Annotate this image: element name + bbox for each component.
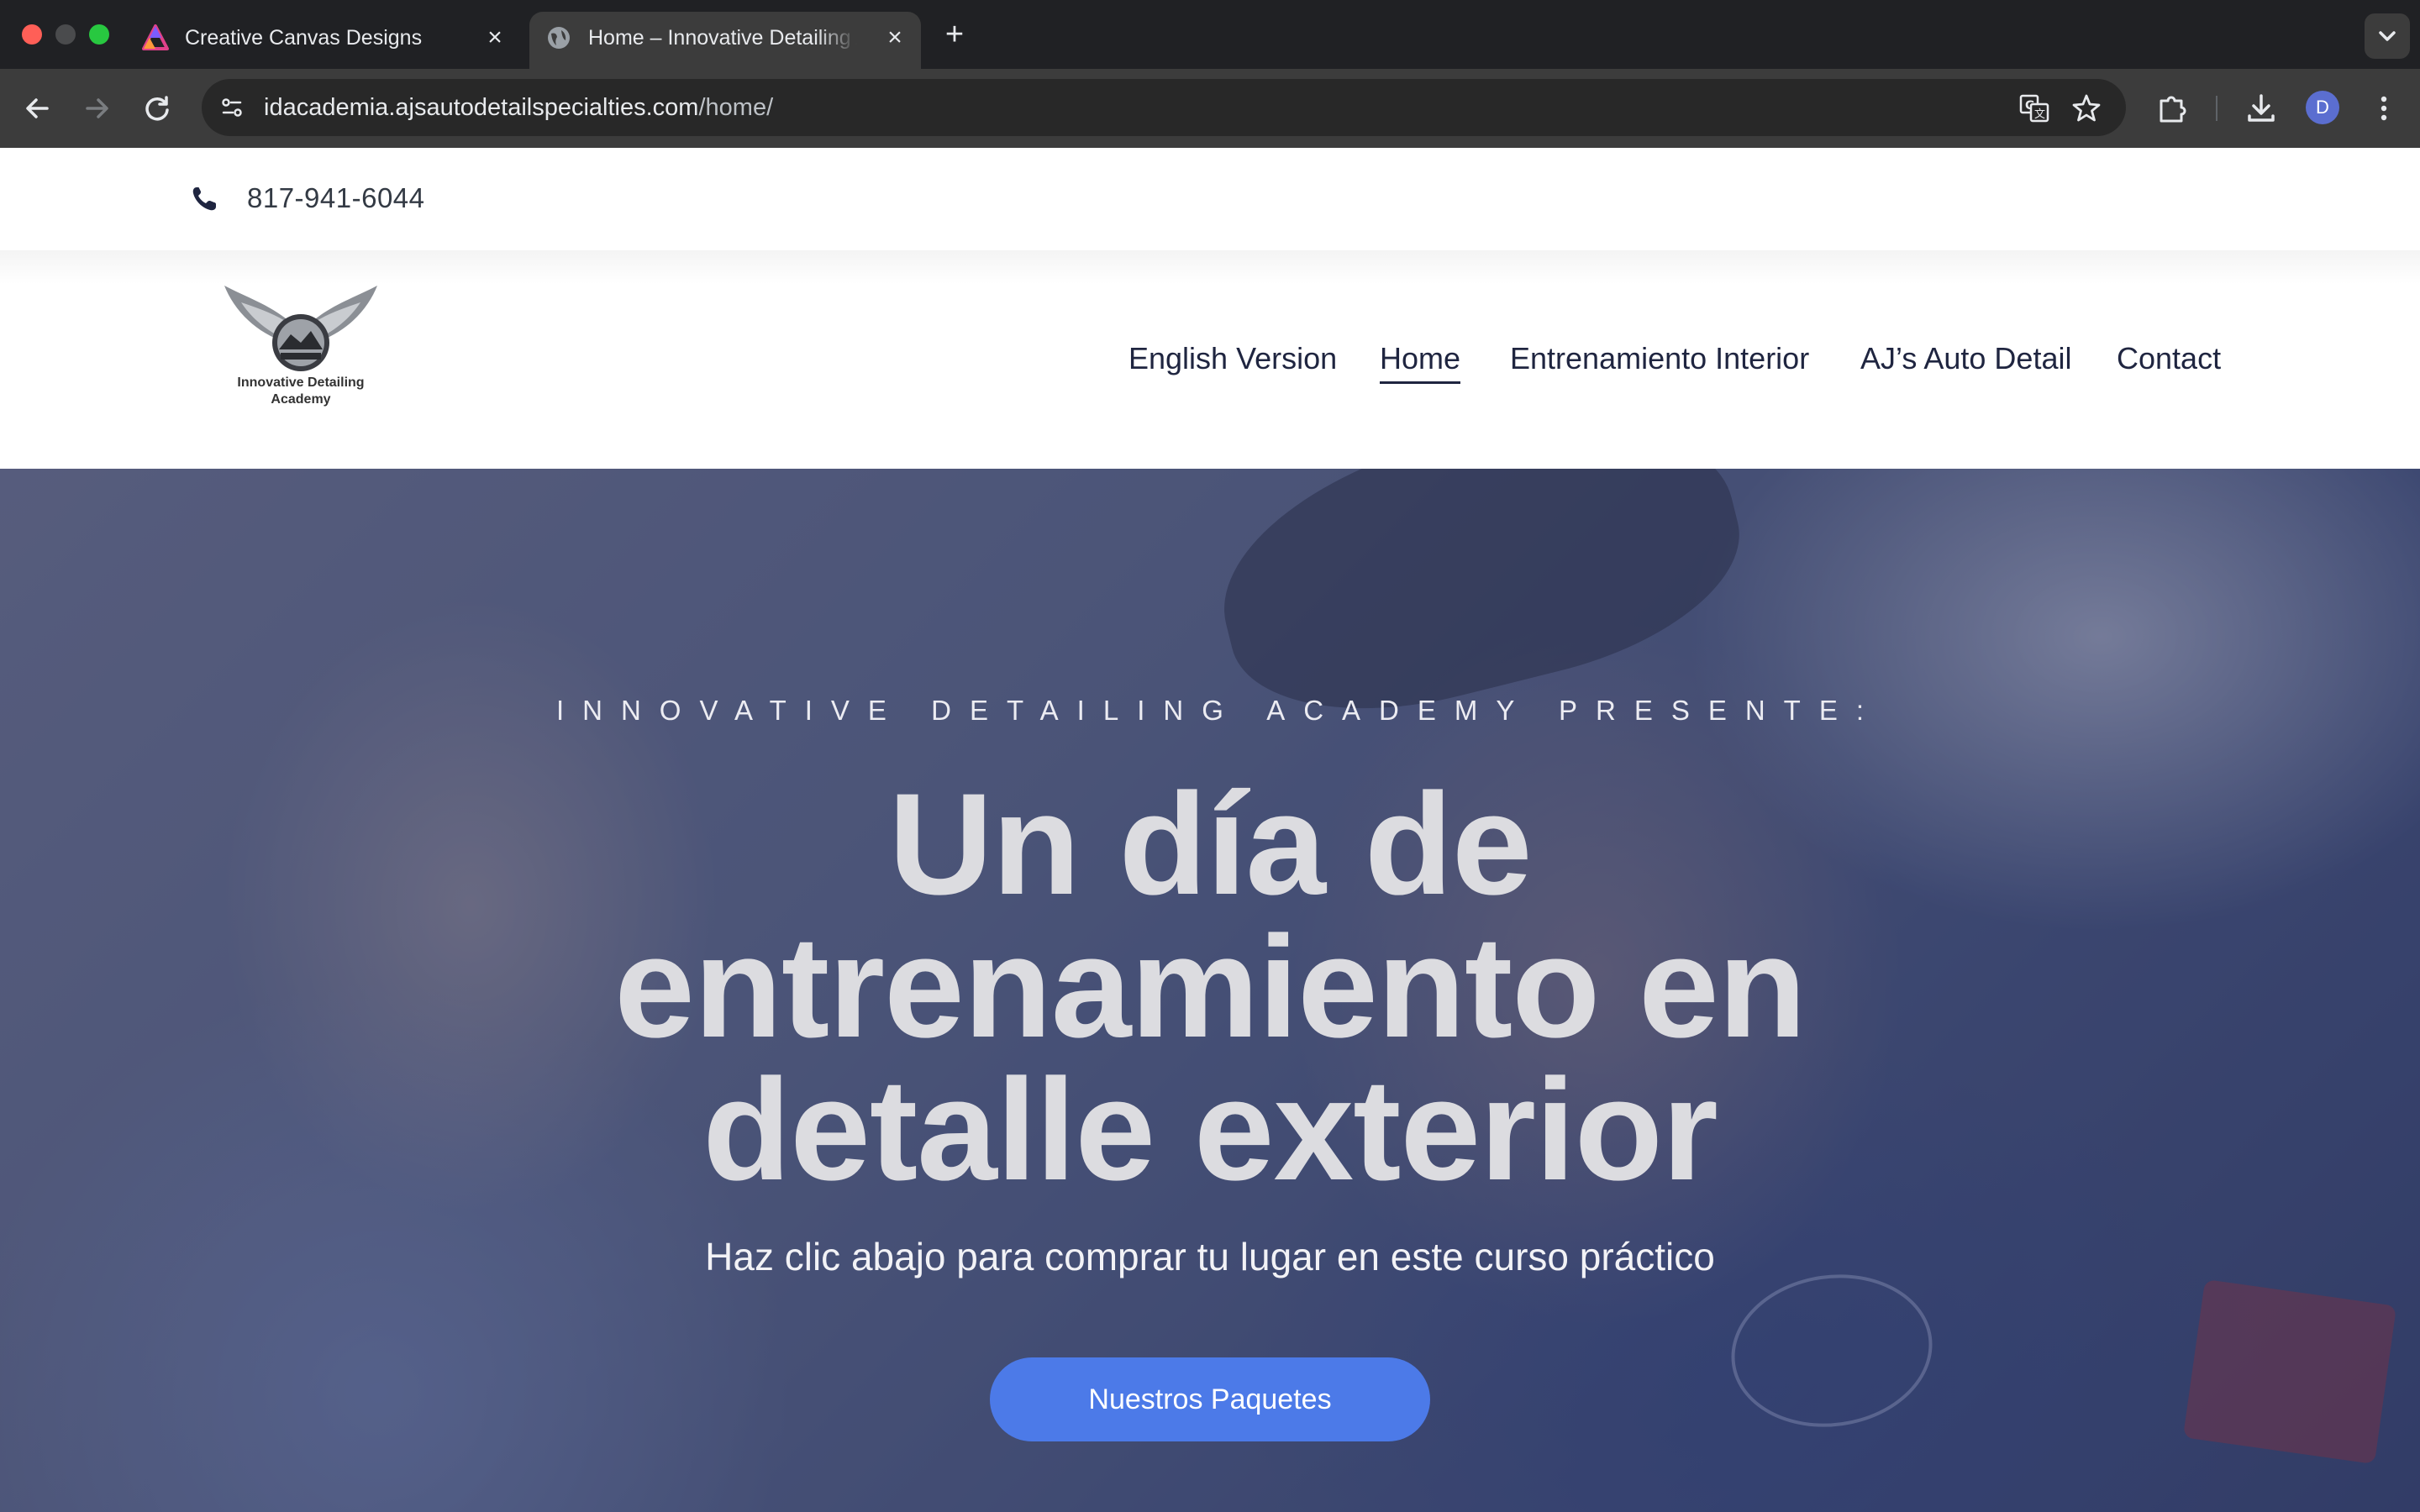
tab-home-innovative-detailing[interactable]: Home – Innovative Detailing Academy × <box>529 12 921 69</box>
tab-title: Home – Innovative Detailing Academy <box>588 26 857 50</box>
window-close-button[interactable] <box>22 24 42 45</box>
window-minimize-button[interactable] <box>55 24 76 45</box>
headline-line-1: Un día de <box>888 764 1532 925</box>
phone-icon <box>190 185 218 213</box>
download-icon <box>2248 94 2275 122</box>
address-bar[interactable]: idacademia.ajsautodetailspecialties.com/… <box>202 79 2126 136</box>
arrow-right-icon <box>86 98 108 118</box>
reload-button[interactable] <box>139 91 175 126</box>
headline-line-2: entrenamiento en <box>614 906 1807 1068</box>
translate-button[interactable]: G 文 <box>2017 91 2052 126</box>
tab-close-icon[interactable]: × <box>481 24 509 52</box>
downloads-button[interactable] <box>2244 91 2279 126</box>
reload-icon <box>145 96 169 121</box>
profile-avatar[interactable]: D <box>2306 91 2339 124</box>
hero-subheading: Haz clic abajo para comprar tu lugar en … <box>705 1235 1715 1278</box>
star-icon <box>2072 94 2101 122</box>
nav-entrenamiento-interior[interactable]: Entrenamiento Interior <box>1510 341 1809 376</box>
nav-home[interactable]: Home <box>1380 341 1461 384</box>
tab-title: Creative Canvas Designs <box>185 26 423 50</box>
svg-text:文: 文 <box>2034 108 2045 121</box>
site-topbar: 817-941-6044 <box>0 148 2420 250</box>
globe-icon <box>544 24 573 52</box>
browser-toolbar: idacademia.ajsautodetailspecialties.com/… <box>0 69 2420 148</box>
browser-menu-button[interactable] <box>2366 91 2402 126</box>
url-path: /home/ <box>698 94 774 121</box>
extensions-button[interactable] <box>2154 91 2190 126</box>
logo-text: Innovative Detailing Academy <box>220 375 381 408</box>
headline-line-3: detalle exterior <box>702 1049 1718 1210</box>
bookmark-button[interactable] <box>2069 91 2104 126</box>
tab-search-button[interactable] <box>2365 13 2410 59</box>
toolbar-divider <box>2216 96 2217 121</box>
tab-close-icon[interactable]: × <box>881 24 909 52</box>
nav-english-version[interactable]: English Version <box>1128 341 1337 376</box>
translate-icon: G 文 <box>2019 94 2049 123</box>
logo-line-1: Innovative Detailing <box>237 375 365 390</box>
nav-contact[interactable]: Contact <box>2117 341 2221 376</box>
hero-eyebrow: INNOVATIVE DETAILING ACADEMY PRESENTE: <box>555 695 1883 726</box>
browser-tab-bar: Creative Canvas Designs × Home – Innovat… <box>0 0 2420 69</box>
forward-button[interactable] <box>79 91 114 126</box>
phone-number[interactable]: 817-941-6044 <box>247 181 425 215</box>
url-host: idacademia.ajsautodetailspecialties.com <box>264 94 699 121</box>
window-zoom-button[interactable] <box>89 24 109 45</box>
puzzle-icon <box>2160 96 2186 123</box>
logo-line-2: Academy <box>271 392 331 407</box>
hero-headline: Un día de entrenamiento en detalle exter… <box>370 764 2050 1210</box>
hero-section: INNOVATIVE DETAILING ACADEMY PRESENTE: U… <box>0 469 2420 1512</box>
packages-button[interactable]: Nuestros Paquetes <box>990 1357 1430 1441</box>
site-logo[interactable]: Innovative Detailing Academy <box>220 282 381 417</box>
chevron-down-icon <box>2379 31 2396 41</box>
arrow-left-icon <box>26 98 49 118</box>
tab-creative-canvas-designs[interactable]: Creative Canvas Designs × <box>126 12 521 69</box>
site-info-icon[interactable] <box>215 91 249 124</box>
winged-emblem-icon <box>224 286 377 371</box>
new-tab-button[interactable]: + <box>938 18 971 52</box>
back-button[interactable] <box>20 91 55 126</box>
nav-ajs-auto-detail[interactable]: AJ’s Auto Detail <box>1860 341 2071 376</box>
affinity-logo-icon <box>141 24 170 52</box>
site-header: Innovative Detailing Academy English Ver… <box>0 250 2420 469</box>
url-text[interactable]: idacademia.ajsautodetailspecialties.com/… <box>264 92 773 123</box>
more-vertical-icon <box>2381 96 2387 121</box>
